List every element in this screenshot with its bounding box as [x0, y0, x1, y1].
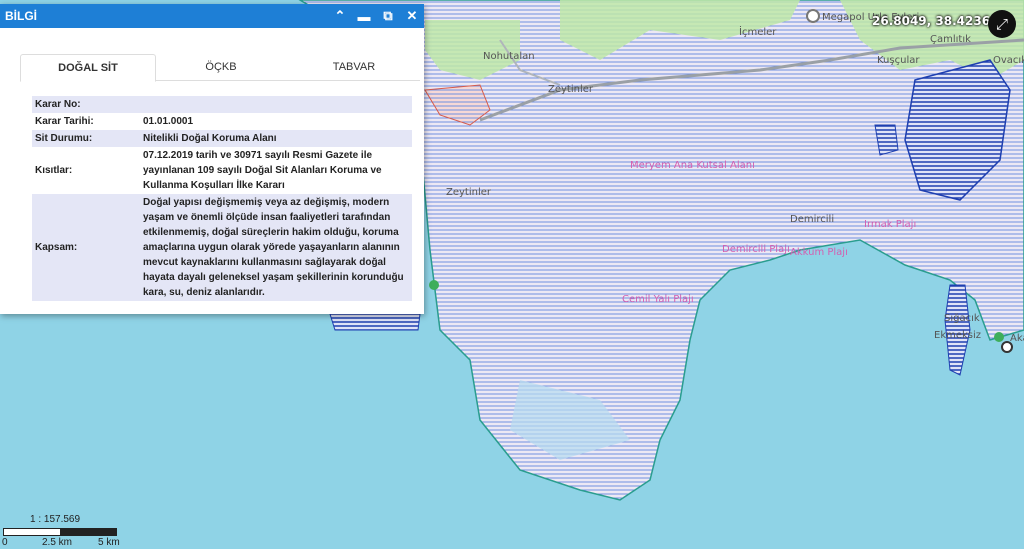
- place-label: Zeytinler: [446, 187, 491, 198]
- place-label: İçmeler: [739, 27, 777, 38]
- scale-tick: 5 km: [98, 537, 120, 548]
- tab-tabvar[interactable]: TABVAR: [288, 54, 420, 80]
- place-label: Çamlıtık: [930, 34, 971, 45]
- table-row: Karar No:: [32, 96, 412, 113]
- scale-tick: 0: [2, 537, 8, 548]
- tab-ockb[interactable]: ÖÇKB: [154, 54, 288, 80]
- poi-label: Demircili Plajı: [722, 244, 790, 255]
- row-value: [140, 96, 412, 113]
- row-key: Karar No:: [32, 96, 140, 113]
- row-value: Doğal yapısı değişmemiş veya az değişmiş…: [140, 194, 412, 301]
- place-label: Zeytinler: [548, 84, 593, 95]
- row-value: Nitelikli Doğal Koruma Alanı: [140, 130, 412, 147]
- info-table: Karar No: Karar Tarihi: 01.01.0001 Sit D…: [32, 96, 412, 301]
- row-value: 07.12.2019 tarih ve 30971 sayılı Resmi G…: [143, 150, 382, 191]
- location-marker[interactable]: [806, 9, 820, 23]
- park-marker[interactable]: [429, 280, 439, 290]
- row-value: 01.01.0001: [143, 116, 194, 127]
- poi-label: Cemil Yalı Plajı: [622, 294, 694, 305]
- poi-label: Akkum Plajı: [790, 247, 848, 258]
- scale-bar-graphic: [3, 528, 117, 536]
- row-key: Sit Durumu:: [32, 130, 140, 147]
- collapse-icon[interactable]: ⌃: [328, 8, 352, 24]
- info-panel: BİLGİ ⌃ ▬ ⧉ ✕ DOĞAL SİT ÖÇKB TABVAR Kara…: [0, 4, 424, 314]
- minimize-icon[interactable]: ▬: [352, 9, 376, 24]
- table-row: Kapsam: Doğal yapısı değişmemiş veya az …: [32, 194, 412, 301]
- table-row: Karar Tarihi: 01.01.0001: [32, 113, 412, 130]
- panel-header[interactable]: BİLGİ ⌃ ▬ ⧉ ✕: [0, 4, 424, 28]
- poi-label: Meryem Ana Kutsal Alanı: [630, 160, 755, 171]
- place-label: Demircili: [790, 214, 835, 225]
- panel-title: BİLGİ: [5, 9, 37, 23]
- table-row: Sit Durumu: Nitelikli Doğal Koruma Alanı: [32, 130, 412, 147]
- tab-bar: DOĞAL SİT ÖÇKB TABVAR: [20, 54, 420, 82]
- table-row: Kısıtlar: 07.12.2019 tarih ve 30971 sayı…: [32, 147, 412, 194]
- protected-area-south-edge: [329, 313, 421, 331]
- restore-icon[interactable]: ⧉: [376, 8, 400, 24]
- park-marker-south[interactable]: [994, 332, 1004, 342]
- row-key: Kısıtlar:: [35, 165, 73, 176]
- place-label: Sığacık: [944, 313, 980, 324]
- place-label: Ovacık: [993, 55, 1024, 66]
- place-label: Ekmeksiz: [934, 330, 982, 341]
- expand-icon[interactable]: ⤢: [988, 10, 1016, 38]
- row-key: Karar Tarihi:: [35, 116, 94, 127]
- scale-tick: 2.5 km: [42, 537, 73, 548]
- row-key: Kapsam:: [32, 194, 140, 301]
- place-label: Akar: [1010, 333, 1024, 344]
- close-icon[interactable]: ✕: [400, 8, 424, 24]
- place-label: Nohutalan: [483, 51, 535, 62]
- coordinate-readout: 26.8049, 38.4236: [872, 14, 991, 28]
- scale-ratio: 1 : 157.569: [30, 514, 81, 525]
- poi-label: Irmak Plajı: [864, 219, 917, 230]
- tab-dogal-sit[interactable]: DOĞAL SİT: [20, 54, 156, 82]
- place-label: Kuşçular: [877, 55, 920, 66]
